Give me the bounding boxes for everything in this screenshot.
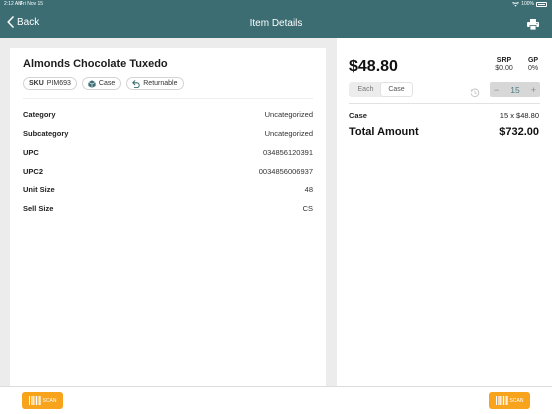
attribute-value: Uncategorized [264,109,313,119]
attribute-row-sell-size: Sell Size CS [23,202,313,214]
quantity-value[interactable]: 15 [510,85,519,95]
pricing-panel: $48.80 SRP $0.00 GP 0% Each Case − 15 + … [337,38,552,386]
battery-percent: 100% [521,1,534,7]
sku-chip: SKU PIM693 [23,77,77,90]
attribute-row-upc: UPC 034856120391 [23,146,313,158]
srp-block: SRP $0.00 [492,57,516,72]
attribute-value: 0034856006937 [258,166,313,176]
history-icon [470,88,480,97]
attribute-row-subcategory: Subcategory Uncategorized [23,127,313,139]
attribute-value: 48 [304,184,313,194]
bottom-bar: SCAN SCAN [0,386,552,414]
unit-chip-label: Case [98,80,116,87]
srp-value: $0.00 [495,65,513,72]
scan-button-left[interactable]: SCAN [22,392,63,409]
attribute-key: Sell Size [23,203,54,213]
quantity-stepper: − 15 + [490,82,540,97]
total-row: Total Amount $732.00 [349,126,539,138]
unit-segmented-control: Each Case [349,82,413,97]
unit-option-each[interactable]: Each [350,83,381,96]
attribute-value: CS [302,203,313,213]
status-date: Fri Nov 15 [20,1,44,7]
wifi-icon [512,2,520,7]
item-name: Almonds Chocolate Tuxedo [23,58,168,70]
scan-label: SCAN [42,397,57,404]
gp-value: 0% [527,65,539,72]
returnable-chip-label: Returnable [143,80,178,87]
sku-value: PIM693 [46,80,71,87]
status-right: 100% [512,0,547,9]
divider [23,98,313,99]
attribute-row-unit-size: Unit Size 48 [23,183,313,195]
sku-label: SKU [29,80,44,87]
barcode-icon [28,396,41,405]
scan-button-right[interactable]: SCAN [489,392,530,409]
total-label: Total Amount [349,126,419,138]
attribute-key: Category [23,109,56,119]
barcode-icon [495,396,508,405]
scan-label: SCAN [509,397,524,404]
srp-label: SRP [496,57,512,64]
attribute-row-upc2: UPC2 0034856006937 [23,165,313,177]
attribute-key: Subcategory [23,128,69,138]
line-item-row: Case 15 x $48.80 [349,111,539,120]
attribute-key: UPC2 [23,166,44,176]
history-button[interactable] [470,85,480,103]
gp-block: GP 0% [525,57,541,72]
navigation-bar: Back Item Details [0,9,552,38]
unit-chip: Case [81,77,122,90]
attribute-key: Unit Size [23,184,55,194]
item-details-panel: Almonds Chocolate Tuxedo SKU PIM693 Case… [10,48,326,386]
item-price: $48.80 [349,58,398,75]
attribute-value: 034856120391 [262,147,313,157]
gp-label: GP [527,57,539,64]
print-button[interactable] [527,17,539,35]
returnable-chip: Returnable [126,77,184,90]
attribute-row-category: Category Uncategorized [23,108,313,120]
return-arrow-icon [132,79,140,88]
total-value: $732.00 [499,126,539,138]
divider [349,103,540,104]
line-item-value: 15 x $48.80 [499,111,539,120]
attribute-key: UPC [23,147,39,157]
status-bar: 2:12 AM Fri Nov 15 100% [0,0,552,9]
attribute-value: Uncategorized [264,128,313,138]
increment-button[interactable]: + [531,85,536,95]
line-item-label: Case [349,111,367,120]
decrement-button[interactable]: − [494,85,499,95]
print-icon [527,19,539,31]
page-title: Item Details [249,18,303,29]
unit-option-case[interactable]: Case [381,83,412,96]
item-chips: SKU PIM693 Case Returnable [23,77,184,90]
box-icon [88,79,96,88]
battery-icon [536,2,547,7]
